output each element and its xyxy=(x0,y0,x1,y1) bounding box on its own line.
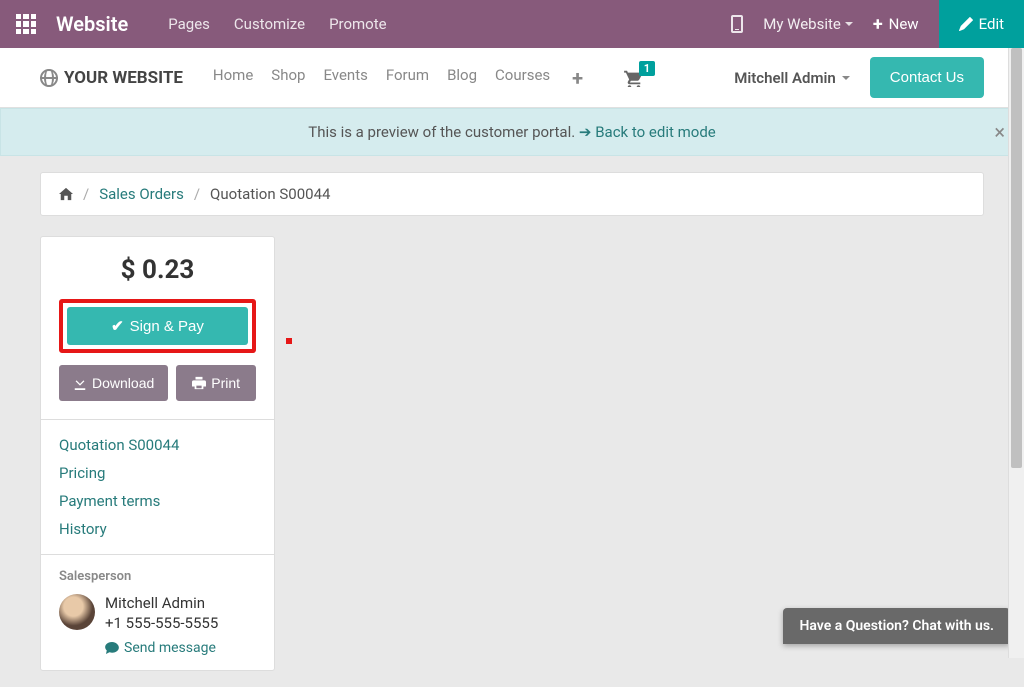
sign-and-pay-button[interactable]: ✔ Sign & Pay xyxy=(67,307,248,345)
order-total: $ 0.23 xyxy=(59,255,256,285)
print-label: Print xyxy=(211,375,240,391)
breadcrumb-current: Quotation S00044 xyxy=(210,185,330,203)
chat-widget[interactable]: Have a Question? Chat with us. xyxy=(783,608,1010,644)
scrollbar[interactable] xyxy=(1008,48,1024,658)
back-to-edit-link[interactable]: ➔ Back to edit mode xyxy=(579,123,716,141)
salesperson-phone: +1 555-555-5555 xyxy=(105,614,218,632)
logo-text: YOUR WEBSITE xyxy=(64,68,183,88)
print-icon xyxy=(192,376,206,390)
chat-icon xyxy=(105,642,119,654)
price-section: $ 0.23 ✔ Sign & Pay Download Print xyxy=(41,237,274,420)
new-label: New xyxy=(889,15,919,33)
edit-button[interactable]: Edit xyxy=(939,0,1024,48)
chevron-down-icon xyxy=(842,76,850,80)
user-name: Mitchell Admin xyxy=(734,69,836,87)
topbar-right: My Website + New Edit xyxy=(731,14,1008,35)
send-message-label: Send message xyxy=(124,640,216,656)
preview-text: This is a preview of the customer portal… xyxy=(308,123,579,141)
nav-home[interactable]: Home xyxy=(213,66,253,90)
scrollbar-thumb[interactable] xyxy=(1011,48,1022,468)
user-dropdown[interactable]: Mitchell Admin xyxy=(734,69,850,87)
app-title[interactable]: Website xyxy=(56,12,128,36)
globe-icon xyxy=(40,69,58,87)
breadcrumb-home[interactable] xyxy=(59,187,73,201)
arrow-right-icon: ➔ xyxy=(579,123,592,141)
sign-pay-label: Sign & Pay xyxy=(130,318,204,335)
breadcrumb-separator: / xyxy=(83,185,89,203)
sign-pay-highlight: ✔ Sign & Pay xyxy=(59,299,256,353)
admin-topbar: Website Pages Customize Promote My Websi… xyxy=(0,0,1024,48)
check-icon: ✔ xyxy=(111,317,124,335)
menu-pages[interactable]: Pages xyxy=(168,15,210,33)
back-to-edit-label: Back to edit mode xyxy=(595,123,716,141)
cart-button[interactable]: 1 xyxy=(623,69,645,87)
action-buttons: Download Print xyxy=(59,365,256,401)
menu-promote[interactable]: Promote xyxy=(329,15,387,33)
add-page-icon[interactable]: + xyxy=(572,66,583,90)
breadcrumb-separator: / xyxy=(194,185,200,203)
salesperson-name: Mitchell Admin xyxy=(105,594,218,612)
breadcrumb-sales-orders[interactable]: Sales Orders xyxy=(99,185,184,203)
topbar-left: Website Pages Customize Promote xyxy=(16,12,387,36)
site-nav: Home Shop Events Forum Blog Courses + xyxy=(213,66,583,90)
new-button[interactable]: + New xyxy=(873,14,919,35)
site-header: YOUR WEBSITE Home Shop Events Forum Blog… xyxy=(0,48,1024,108)
main-row: $ 0.23 ✔ Sign & Pay Download Print xyxy=(40,236,984,671)
website-selector[interactable]: My Website xyxy=(763,15,853,33)
link-pricing[interactable]: Pricing xyxy=(59,464,256,482)
contact-us-button[interactable]: Contact Us xyxy=(870,57,984,98)
close-icon[interactable]: × xyxy=(994,120,1005,144)
cart-badge: 1 xyxy=(639,61,655,76)
edit-label: Edit xyxy=(979,15,1004,33)
breadcrumb: / Sales Orders / Quotation S00044 xyxy=(40,172,984,216)
link-history[interactable]: History xyxy=(59,520,256,538)
salesperson-label: Salesperson xyxy=(59,569,256,584)
download-icon xyxy=(73,376,87,390)
chevron-down-icon xyxy=(845,22,853,26)
order-sidebar: $ 0.23 ✔ Sign & Pay Download Print xyxy=(40,236,275,671)
link-quotation[interactable]: Quotation S00044 xyxy=(59,436,256,454)
preview-banner: This is a preview of the customer portal… xyxy=(0,108,1024,156)
nav-forum[interactable]: Forum xyxy=(386,66,429,90)
salesperson-info: Mitchell Admin +1 555-555-5555 xyxy=(105,594,218,632)
pencil-icon xyxy=(959,17,973,31)
topbar-menu: Pages Customize Promote xyxy=(168,15,386,33)
apps-icon[interactable] xyxy=(16,14,36,34)
link-payment-terms[interactable]: Payment terms xyxy=(59,492,256,510)
mobile-preview-icon[interactable] xyxy=(731,15,743,33)
avatar xyxy=(59,594,95,630)
home-icon xyxy=(59,187,73,201)
nav-events[interactable]: Events xyxy=(323,66,367,90)
download-label: Download xyxy=(92,375,154,391)
site-logo[interactable]: YOUR WEBSITE xyxy=(40,68,183,88)
print-button[interactable]: Print xyxy=(176,365,256,401)
plus-icon: + xyxy=(873,14,883,35)
nav-blog[interactable]: Blog xyxy=(447,66,477,90)
send-message-link[interactable]: Send message xyxy=(105,640,256,656)
download-button[interactable]: Download xyxy=(59,365,168,401)
menu-customize[interactable]: Customize xyxy=(234,15,305,33)
website-selector-label: My Website xyxy=(763,15,841,33)
salesperson-section: Salesperson Mitchell Admin +1 555-555-55… xyxy=(41,555,274,670)
nav-shop[interactable]: Shop xyxy=(271,66,305,90)
red-marker xyxy=(286,338,292,344)
sidebar-nav-links: Quotation S00044 Pricing Payment terms H… xyxy=(41,420,274,555)
nav-courses[interactable]: Courses xyxy=(495,66,550,90)
salesperson-row: Mitchell Admin +1 555-555-5555 xyxy=(59,594,256,632)
site-header-right: Mitchell Admin Contact Us xyxy=(734,57,984,98)
